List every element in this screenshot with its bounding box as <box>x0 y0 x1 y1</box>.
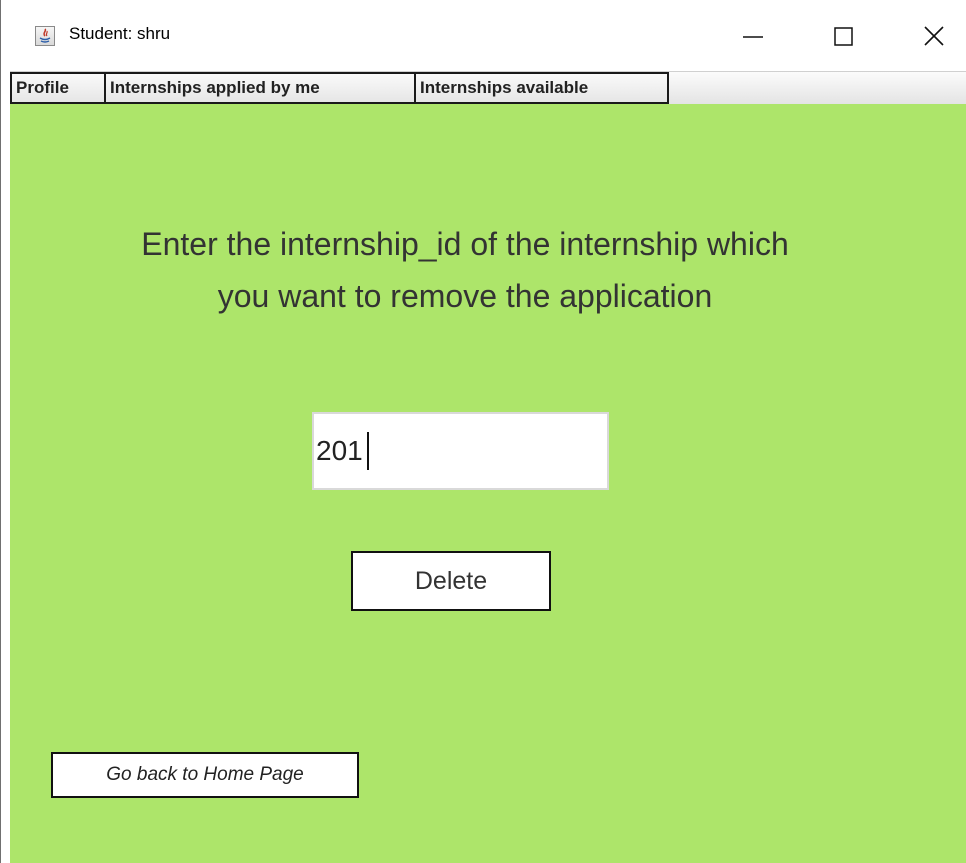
delete-button[interactable]: Delete <box>351 551 551 611</box>
minimize-icon <box>743 36 763 38</box>
instruction-line-2: you want to remove the application <box>217 278 713 314</box>
menu-item-profile[interactable]: Profile <box>10 72 106 104</box>
instruction-heading: Enter the internship_id of the internshi… <box>50 218 880 322</box>
content-panel: Enter the internship_id of the internshi… <box>10 104 966 863</box>
window-title: Student: shru <box>69 24 171 43</box>
close-icon <box>924 26 944 46</box>
menu-bar: Profile Internships applied by me Intern… <box>10 71 966 104</box>
minimize-button[interactable] <box>723 16 783 56</box>
java-app-icon <box>35 26 55 46</box>
instruction-line-1: Enter the internship_id of the internshi… <box>141 226 789 262</box>
go-back-home-button[interactable]: Go back to Home Page <box>51 752 359 798</box>
menu-item-internships-available[interactable]: Internships available <box>414 72 669 104</box>
close-button[interactable] <box>904 16 964 56</box>
maximize-icon <box>834 27 853 46</box>
maximize-button[interactable] <box>813 16 873 56</box>
text-caret <box>367 432 369 470</box>
internship-id-input[interactable] <box>312 412 609 490</box>
app-window: Student: shru Profile Internships applie… <box>0 0 966 863</box>
title-bar[interactable]: Student: shru <box>1 0 966 70</box>
menu-item-internships-applied[interactable]: Internships applied by me <box>104 72 416 104</box>
